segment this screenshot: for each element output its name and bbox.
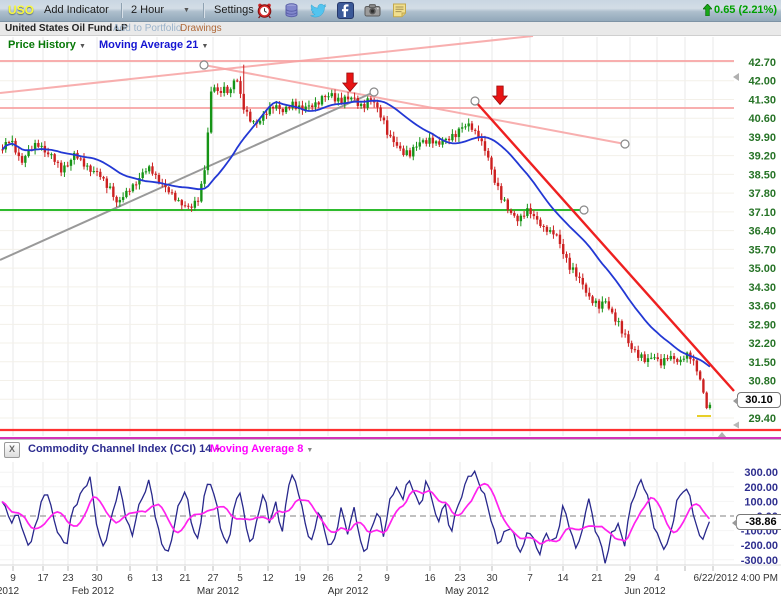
time-tick-label: 21 <box>179 573 191 584</box>
time-tick-label: 21 <box>591 573 603 584</box>
time-tick-label: 9 <box>384 573 390 584</box>
time-tick-label: 12 <box>262 573 274 584</box>
drawing-anchor-handle[interactable] <box>580 206 588 214</box>
grid-lines <box>0 37 734 565</box>
month-label: 2012 <box>0 586 20 597</box>
cci-axis-label: 200.00 <box>744 482 778 494</box>
price-axis-label: 42.70 <box>748 57 776 69</box>
time-tick-label: 17 <box>37 573 49 584</box>
drawing-anchor-handle[interactable] <box>471 97 479 105</box>
time-tick-label: 7 <box>527 573 533 584</box>
down-arrow-annotation[interactable] <box>343 73 357 92</box>
cci-title-text: Commodity Channel Index (CCI) 14 <box>28 443 211 455</box>
price-axis-label: 42.00 <box>748 76 776 88</box>
time-tick-label: 23 <box>62 573 74 584</box>
cci-axis-label: 300.00 <box>744 467 778 479</box>
trading-app-window: 9172330613212751219262916233071421294201… <box>0 0 781 600</box>
last-update-timestamp: 6/22/2012 4:00 PM <box>650 573 778 584</box>
price-axis: 42.70 42.00 41.30 40.60 39.90 39.20 38.50 37.80… <box>733 57 776 425</box>
time-tick-label: 19 <box>294 573 306 584</box>
month-label: Feb 2012 <box>72 586 115 597</box>
price-axis-label: 37.80 <box>748 188 776 200</box>
price-axis-label: 39.20 <box>748 151 776 163</box>
price-history-dropdown[interactable]: Price History <box>8 39 76 51</box>
price-axis-label: 38.50 <box>748 169 776 181</box>
time-tick-label: 14 <box>557 573 569 584</box>
current-cci-label: -38.86 <box>736 514 781 530</box>
time-tick-label: 27 <box>207 573 219 584</box>
chart-canvas: 9172330613212751219262916233071421294201… <box>0 0 781 600</box>
time-tick-label: 9 <box>10 573 16 584</box>
price-axis-label: 29.40 <box>748 413 776 425</box>
time-tick-label: 5 <box>237 573 243 584</box>
price-axis-label: 41.30 <box>748 94 776 106</box>
time-tick-label: 6 <box>127 573 133 584</box>
month-label: Apr 2012 <box>328 586 369 597</box>
drawing-anchor-handle[interactable] <box>200 61 208 69</box>
price-axis-label: 37.10 <box>748 207 776 219</box>
drawing-anchor-handle[interactable] <box>621 140 629 148</box>
chevron-down-icon[interactable]: ▼ <box>306 447 313 454</box>
panel-divider[interactable] <box>0 437 781 440</box>
cci-dropdown[interactable]: Commodity Channel Index (CCI) 14 ▼ <box>28 443 221 455</box>
drawing-anchor-handle[interactable] <box>370 88 378 96</box>
price-axis-label: 36.40 <box>748 226 776 238</box>
time-tick-label: 26 <box>322 573 334 584</box>
price-axis-label: 31.50 <box>748 357 776 369</box>
chevron-down-icon[interactable]: ▼ <box>79 43 86 50</box>
price-axis-label: 39.90 <box>748 132 776 144</box>
month-label: Mar 2012 <box>197 586 240 597</box>
cci-axis-label: -300.00 <box>741 555 778 567</box>
time-tick-label: 30 <box>91 573 103 584</box>
time-tick-label: 2 <box>357 573 363 584</box>
time-tick-label: 23 <box>454 573 466 584</box>
cci-line <box>2 471 709 563</box>
current-price-label: 30.10 <box>737 392 781 408</box>
axis-marker <box>733 73 739 81</box>
price-axis-label: 40.60 <box>748 113 776 125</box>
cci-axis-label: -200.00 <box>741 540 778 552</box>
last-bar-marker <box>697 415 711 417</box>
month-label: May 2012 <box>445 586 489 597</box>
cci-ma-text: Moving Average 8 <box>210 443 303 455</box>
price-axis-label: 30.80 <box>748 376 776 388</box>
price-axis-label: 32.90 <box>748 319 776 331</box>
ma21-dropdown[interactable]: Moving Average 21 <box>99 39 198 51</box>
cci-axis-label: 100.00 <box>744 496 778 508</box>
down-arrow-annotation[interactable] <box>493 86 507 105</box>
time-tick-label: 13 <box>151 573 163 584</box>
price-axis-label: 32.20 <box>748 338 776 350</box>
price-axis-label: 34.30 <box>748 282 776 294</box>
month-label: Jun 2012 <box>624 586 666 597</box>
time-tick-label: 30 <box>486 573 498 584</box>
price-axis-label: 35.70 <box>748 244 776 256</box>
price-axis-label: 33.60 <box>748 301 776 313</box>
time-tick-label: 16 <box>424 573 436 584</box>
price-panel-header: Price History ▼ Moving Average 21 ▼ <box>8 39 208 51</box>
cci-ma-dropdown[interactable]: Moving Average 8 ▼ <box>210 443 313 455</box>
candlestick-series <box>1 65 711 410</box>
close-icon[interactable]: X <box>4 442 20 458</box>
time-tick-label: 29 <box>624 573 636 584</box>
price-axis-label: 35.00 <box>748 263 776 275</box>
axis-marker <box>733 422 739 429</box>
chevron-down-icon[interactable]: ▼ <box>201 43 208 50</box>
